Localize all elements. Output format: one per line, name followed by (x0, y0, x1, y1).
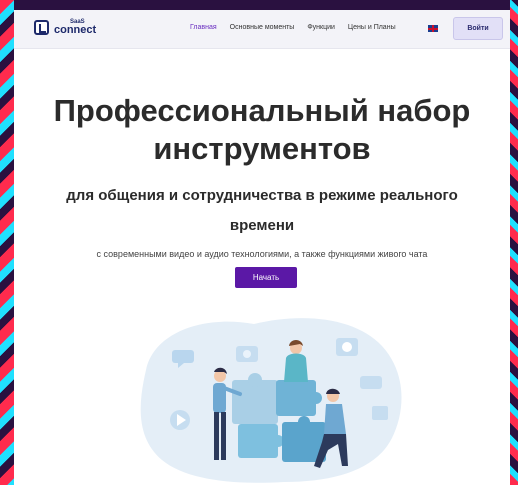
header: SaaS connect Главная Основные моменты Фу… (14, 10, 510, 49)
login-button[interactable]: Войти (453, 17, 503, 40)
hero-description: с современными видео и аудио технологиям… (96, 249, 428, 259)
hero-illustration (140, 318, 402, 483)
main-nav: Главная Основные моменты Функции Цены и … (190, 24, 396, 31)
microphone-icon (336, 338, 358, 356)
nav-item-highlights[interactable]: Основные моменты (230, 24, 295, 31)
nav-item-pricing[interactable]: Цены и Планы (348, 24, 396, 31)
hero-subtitle: для общения и сотрудничества в режиме ре… (66, 187, 458, 234)
nav-item-features[interactable]: Функции (307, 24, 335, 31)
logo-name-text: connect (54, 24, 97, 36)
nav-item-home[interactable]: Главная (190, 24, 217, 31)
decorative-frame-right (510, 0, 518, 485)
logo-icon (34, 20, 49, 35)
get-started-button[interactable]: Начать (235, 267, 297, 288)
hero-title: Профессиональный набор инструментов (53, 93, 471, 166)
logo[interactable]: SaaS connect (34, 19, 96, 36)
uk-flag-icon[interactable] (428, 25, 438, 32)
camera-icon (236, 346, 258, 362)
landing-page: SaaS connect Главная Основные моменты Фу… (14, 10, 510, 485)
play-icon (170, 410, 190, 430)
decorative-frame-left (0, 0, 14, 485)
